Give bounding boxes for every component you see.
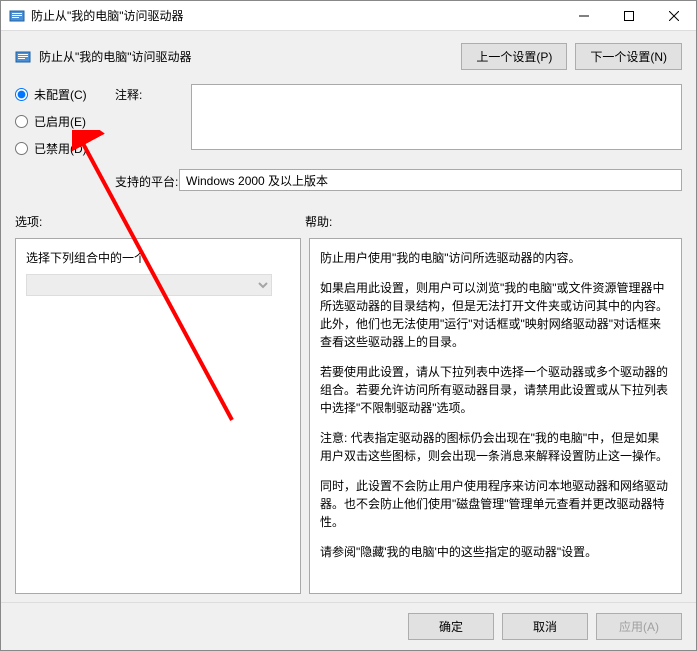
help-p4: 注意: 代表指定驱动器的图标仍会出现在"我的电脑"中，但是如果用户双击这些图标，…: [320, 429, 671, 465]
titlebar: 防止从"我的电脑"访问驱动器: [1, 1, 696, 31]
comment-label: 注释:: [115, 84, 191, 103]
radio-enabled-label: 已启用(E): [34, 113, 86, 130]
radio-disabled-label: 已禁用(D): [34, 140, 87, 157]
radio-not-configured-input[interactable]: [15, 88, 28, 101]
nav-buttons: 上一个设置(P) 下一个设置(N): [461, 43, 682, 70]
window-title: 防止从"我的电脑"访问驱动器: [31, 7, 561, 24]
radio-not-configured-label: 未配置(C): [34, 86, 87, 103]
radio-disabled[interactable]: 已禁用(D): [15, 140, 115, 157]
next-setting-button[interactable]: 下一个设置(N): [575, 43, 682, 70]
section-labels: 选项: 帮助:: [1, 205, 696, 234]
header-row: 防止从"我的电脑"访问驱动器 上一个设置(P) 下一个设置(N): [1, 31, 696, 78]
apply-button[interactable]: 应用(A): [596, 613, 682, 640]
platform-input: [179, 169, 682, 191]
dropdown-label: 选择下列组合中的一个: [26, 249, 290, 266]
cancel-button[interactable]: 取消: [502, 613, 588, 640]
radio-disabled-input[interactable]: [15, 142, 28, 155]
platform-row: 支持的平台:: [1, 163, 696, 205]
policy-header-icon: [15, 49, 31, 65]
titlebar-buttons: [561, 1, 696, 31]
options-panel: 选择下列组合中的一个: [15, 238, 301, 594]
help-p5: 同时，此设置不会防止用户使用程序来访问本地驱动器和网络驱动器。也不会防止他们使用…: [320, 477, 671, 531]
config-row: 未配置(C) 已启用(E) 已禁用(D) 注释:: [1, 78, 696, 163]
radio-not-configured[interactable]: 未配置(C): [15, 86, 115, 103]
ok-button[interactable]: 确定: [408, 613, 494, 640]
comment-textarea[interactable]: [191, 84, 682, 150]
policy-title: 防止从"我的电脑"访问驱动器: [39, 48, 461, 65]
radio-enabled[interactable]: 已启用(E): [15, 113, 115, 130]
help-panel: 防止用户使用"我的电脑"访问所选驱动器的内容。 如果启用此设置，则用户可以浏览"…: [309, 238, 682, 594]
footer: 确定 取消 应用(A): [1, 602, 696, 650]
help-p3: 若要使用此设置，请从下拉列表中选择一个驱动器或多个驱动器的组合。若要允许访问所有…: [320, 363, 671, 417]
minimize-button[interactable]: [561, 1, 606, 31]
maximize-button[interactable]: [606, 1, 651, 31]
previous-setting-button[interactable]: 上一个设置(P): [461, 43, 567, 70]
help-p1: 防止用户使用"我的电脑"访问所选驱动器的内容。: [320, 249, 671, 267]
close-button[interactable]: [651, 1, 696, 31]
dialog-window: 防止从"我的电脑"访问驱动器 防止从"我的电脑"访问驱动器 上一个设置(P) 下…: [0, 0, 697, 651]
policy-icon: [9, 8, 25, 24]
platform-label: 支持的平台:: [115, 171, 179, 190]
help-p6: 请参阅"隐藏'我的电脑'中的这些指定的驱动器"设置。: [320, 543, 671, 561]
help-label: 帮助:: [305, 213, 682, 230]
panels-row: 选择下列组合中的一个 防止用户使用"我的电脑"访问所选驱动器的内容。 如果启用此…: [1, 234, 696, 602]
help-p2: 如果启用此设置，则用户可以浏览"我的电脑"或文件资源管理器中所选驱动器的目录结构…: [320, 279, 671, 351]
options-label: 选项:: [15, 213, 305, 230]
drive-combo-dropdown[interactable]: [26, 274, 272, 296]
state-radio-group: 未配置(C) 已启用(E) 已禁用(D): [15, 84, 115, 157]
radio-enabled-input[interactable]: [15, 115, 28, 128]
